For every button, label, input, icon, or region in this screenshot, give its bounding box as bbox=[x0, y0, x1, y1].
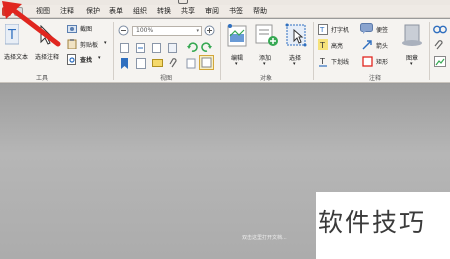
menu-review[interactable]: 审阅 bbox=[205, 6, 219, 17]
select-annotation-button[interactable]: 选择注释 bbox=[35, 52, 59, 61]
reflow-icon[interactable] bbox=[168, 43, 177, 53]
page-thumbnail-icon[interactable] bbox=[136, 58, 146, 69]
clipboard-button[interactable]: 剪贴板 bbox=[80, 40, 98, 49]
fit-width-icon[interactable] bbox=[136, 43, 145, 53]
watermark-text: 软件技巧 bbox=[318, 208, 427, 237]
zoom-out-icon[interactable] bbox=[118, 25, 129, 36]
select-object-icon bbox=[285, 23, 307, 47]
add-dropdown-icon[interactable]: ▾ bbox=[263, 61, 266, 67]
object-group-label: 对象 bbox=[260, 75, 273, 82]
group-divider bbox=[220, 22, 221, 80]
rotate-left-icon[interactable] bbox=[186, 41, 198, 53]
note-button[interactable]: 便签 bbox=[376, 25, 388, 34]
bookmark-icon[interactable] bbox=[120, 58, 129, 69]
add-object-icon bbox=[255, 24, 278, 46]
screenshot-button[interactable]: 截图 bbox=[80, 24, 92, 33]
svg-text:T: T bbox=[319, 26, 325, 34]
menu-convert[interactable]: 转换 bbox=[157, 6, 171, 17]
view-group-label: 视图 bbox=[160, 75, 173, 82]
find-dropdown-icon[interactable]: ▾ bbox=[98, 55, 101, 61]
fit-page-icon[interactable] bbox=[120, 43, 129, 53]
menu-organize[interactable]: 组织 bbox=[133, 6, 147, 17]
stamp-dropdown-icon[interactable]: ▾ bbox=[410, 61, 413, 67]
arrow-button[interactable]: 箭头 bbox=[376, 41, 388, 50]
red-arrow-annotation bbox=[2, 1, 61, 47]
highlight-icon: T bbox=[318, 39, 328, 50]
comment-panel-icon[interactable] bbox=[152, 59, 163, 68]
menu-form[interactable]: 表单 bbox=[109, 6, 123, 17]
select-dropdown-icon[interactable]: ▾ bbox=[293, 61, 296, 67]
clipboard-dropdown-icon[interactable]: ▾ bbox=[104, 40, 107, 46]
comment-group-label: 注释 bbox=[369, 75, 382, 82]
find-icon bbox=[67, 54, 76, 65]
svg-text:T: T bbox=[319, 57, 325, 66]
typewriter-button[interactable]: 打字机 bbox=[331, 25, 349, 34]
arrow-icon bbox=[362, 40, 372, 50]
edit-object-icon bbox=[227, 24, 247, 47]
stamp-icon bbox=[402, 24, 422, 46]
menu-help[interactable]: 帮助 bbox=[253, 6, 267, 17]
rectangle-button[interactable]: 矩形 bbox=[376, 57, 388, 66]
select-text-button[interactable]: 选择文本 bbox=[4, 52, 28, 61]
menu-protect[interactable]: 保护 bbox=[86, 6, 100, 17]
zoom-value: 100% bbox=[136, 27, 154, 34]
layers-icon[interactable] bbox=[186, 58, 196, 69]
rectangle-icon bbox=[362, 56, 373, 67]
page-view-icon[interactable] bbox=[199, 55, 214, 70]
typewriter-icon: T bbox=[318, 24, 328, 35]
svg-text:T: T bbox=[319, 41, 325, 50]
group-divider bbox=[313, 22, 314, 80]
attachment-icon[interactable] bbox=[169, 58, 179, 69]
group-divider bbox=[429, 22, 430, 80]
window-icon bbox=[178, 0, 188, 4]
menu-share[interactable]: 共享 bbox=[181, 6, 195, 17]
find-button[interactable]: 查找 bbox=[80, 55, 92, 64]
image-icon[interactable] bbox=[434, 56, 446, 67]
chevron-down-icon: ▾ bbox=[196, 28, 199, 34]
tools-group-label: 工具 bbox=[36, 75, 49, 82]
zoom-select[interactable]: 100% ▾ bbox=[132, 26, 202, 36]
zoom-in-icon[interactable] bbox=[204, 25, 215, 36]
edit-dropdown-icon[interactable]: ▾ bbox=[235, 61, 238, 67]
note-icon bbox=[360, 23, 373, 34]
menu-bookmark[interactable]: 书签 bbox=[229, 6, 243, 17]
empty-document-hint: 双击这里打开文档... bbox=[242, 235, 287, 241]
group-divider bbox=[113, 22, 114, 80]
highlight-button[interactable]: 高亮 bbox=[331, 41, 343, 50]
underline-button[interactable]: 下划线 bbox=[331, 57, 349, 66]
attach-file-icon[interactable] bbox=[434, 40, 445, 51]
underline-icon: T bbox=[319, 57, 327, 67]
actual-size-icon[interactable] bbox=[152, 43, 161, 53]
link-icon[interactable] bbox=[433, 24, 447, 35]
rotate-right-icon[interactable] bbox=[201, 41, 213, 53]
